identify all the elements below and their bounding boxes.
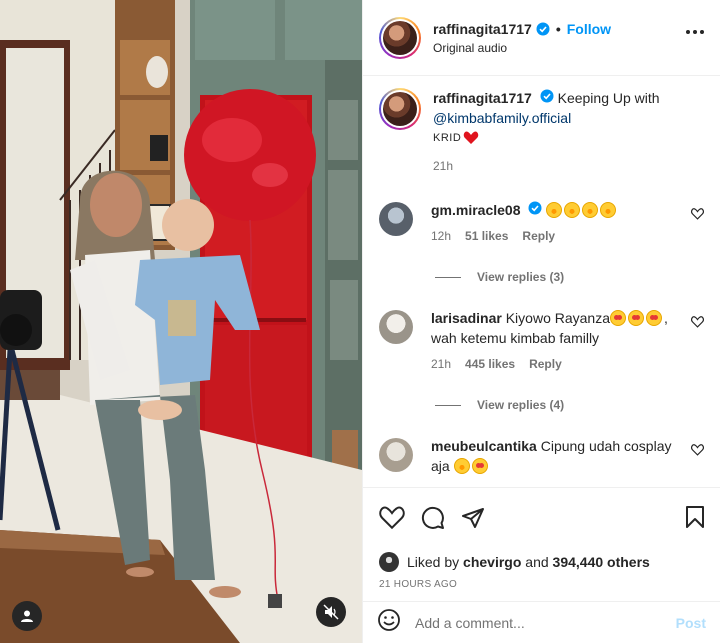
comment-likes[interactable]: 51 likes bbox=[465, 226, 508, 246]
emoji-icon[interactable] bbox=[377, 608, 401, 637]
verified-badge-icon bbox=[536, 22, 550, 36]
caption: raffinagita1717 Keeping Up with @kimbabf… bbox=[379, 88, 704, 176]
comment-heart-icon[interactable] bbox=[691, 208, 704, 220]
caption-username[interactable]: raffinagita1717 bbox=[433, 90, 532, 106]
comment-composer: Post bbox=[363, 601, 720, 643]
red-heart-emoji-icon bbox=[464, 131, 479, 144]
star-eyes-emoji-icon bbox=[628, 310, 644, 326]
comment-icon[interactable] bbox=[421, 506, 445, 530]
caption-text: Keeping Up with bbox=[557, 90, 660, 106]
author-avatar[interactable] bbox=[379, 16, 421, 59]
caption-mention[interactable]: @kimbabfamily.official bbox=[433, 110, 571, 126]
bookmark-icon[interactable] bbox=[684, 505, 706, 534]
laugh-emoji-icon bbox=[453, 458, 470, 474]
view-replies-button[interactable]: View replies (4) bbox=[435, 398, 704, 412]
commenter-username[interactable]: meubeulcantika bbox=[431, 438, 537, 454]
reply-button[interactable]: Reply bbox=[529, 354, 562, 374]
verified-badge-icon bbox=[540, 89, 554, 103]
star-eyes-emoji-icon bbox=[471, 458, 488, 474]
post-media[interactable] bbox=[0, 0, 362, 643]
caption-small-text: KRID bbox=[433, 132, 462, 144]
video-frame bbox=[0, 0, 362, 643]
user-tag-icon bbox=[21, 610, 33, 622]
comments-section[interactable]: raffinagita1717 Keeping Up with @kimbabf… bbox=[363, 76, 720, 487]
verified-badge-icon bbox=[528, 201, 542, 215]
caption-time[interactable]: 21h bbox=[433, 156, 704, 176]
comment-time[interactable]: 12h bbox=[431, 226, 451, 246]
likes-and: and bbox=[525, 554, 549, 570]
follow-button[interactable]: Follow bbox=[567, 21, 611, 37]
action-bar bbox=[363, 487, 720, 547]
likes-prefix: Liked by bbox=[407, 554, 460, 570]
laugh-emoji-icon bbox=[582, 202, 599, 218]
reply-button[interactable]: Reply bbox=[522, 226, 555, 246]
view-replies-button[interactable]: View replies (3) bbox=[435, 270, 704, 284]
comment-heart-icon[interactable] bbox=[691, 316, 704, 328]
share-icon[interactable] bbox=[461, 506, 485, 530]
laugh-emoji-icon bbox=[600, 202, 617, 218]
comment-item: meubeulcantika Cipung udah cosplay aja bbox=[379, 436, 704, 476]
laugh-emoji-icon bbox=[564, 202, 581, 218]
comment-item: gm.miracle08 12h 51 likes Reply bbox=[379, 200, 704, 246]
mute-icon bbox=[323, 604, 339, 620]
comment-text: Kiyowo Rayanza bbox=[505, 310, 610, 326]
separator-dot: • bbox=[555, 20, 561, 37]
mute-button[interactable] bbox=[316, 597, 346, 627]
commenter-username[interactable]: gm.miracle08 bbox=[431, 202, 521, 218]
audio-label[interactable]: Original audio bbox=[433, 41, 611, 55]
heart-icon[interactable] bbox=[379, 506, 405, 530]
comment-input[interactable] bbox=[415, 614, 676, 631]
author-username[interactable]: raffinagita1717 bbox=[433, 21, 532, 37]
liker-avatar[interactable] bbox=[379, 552, 399, 572]
more-options-icon[interactable] bbox=[686, 30, 704, 34]
user-tag-button[interactable] bbox=[12, 601, 42, 631]
post-timestamp[interactable]: 21 HOURS AGO bbox=[363, 577, 720, 601]
comment-item: larisadinar Kiyowo Rayanza, wah ketemu k… bbox=[379, 308, 704, 374]
laugh-emoji-icon bbox=[546, 202, 563, 218]
comment-time[interactable]: 21h bbox=[431, 354, 451, 374]
post-panel: raffinagita1717 • Follow Original audio bbox=[362, 0, 720, 643]
commenter-avatar[interactable] bbox=[379, 310, 413, 344]
commenter-avatar[interactable] bbox=[379, 202, 413, 236]
commenter-avatar[interactable] bbox=[379, 438, 413, 472]
likes-summary: Liked by chevirgo and 394,440 others bbox=[363, 547, 720, 577]
post-header: raffinagita1717 • Follow Original audio bbox=[363, 0, 720, 76]
likes-count[interactable]: 394,440 others bbox=[553, 554, 650, 570]
comment-heart-icon[interactable] bbox=[691, 444, 704, 456]
star-eyes-emoji-icon bbox=[646, 310, 662, 326]
commenter-username[interactable]: larisadinar bbox=[431, 310, 502, 326]
comment-likes[interactable]: 445 likes bbox=[465, 354, 515, 374]
post-button[interactable]: Post bbox=[676, 615, 706, 631]
star-eyes-emoji-icon bbox=[610, 310, 626, 326]
caption-avatar[interactable] bbox=[379, 88, 421, 130]
liker-username[interactable]: chevirgo bbox=[463, 554, 521, 570]
